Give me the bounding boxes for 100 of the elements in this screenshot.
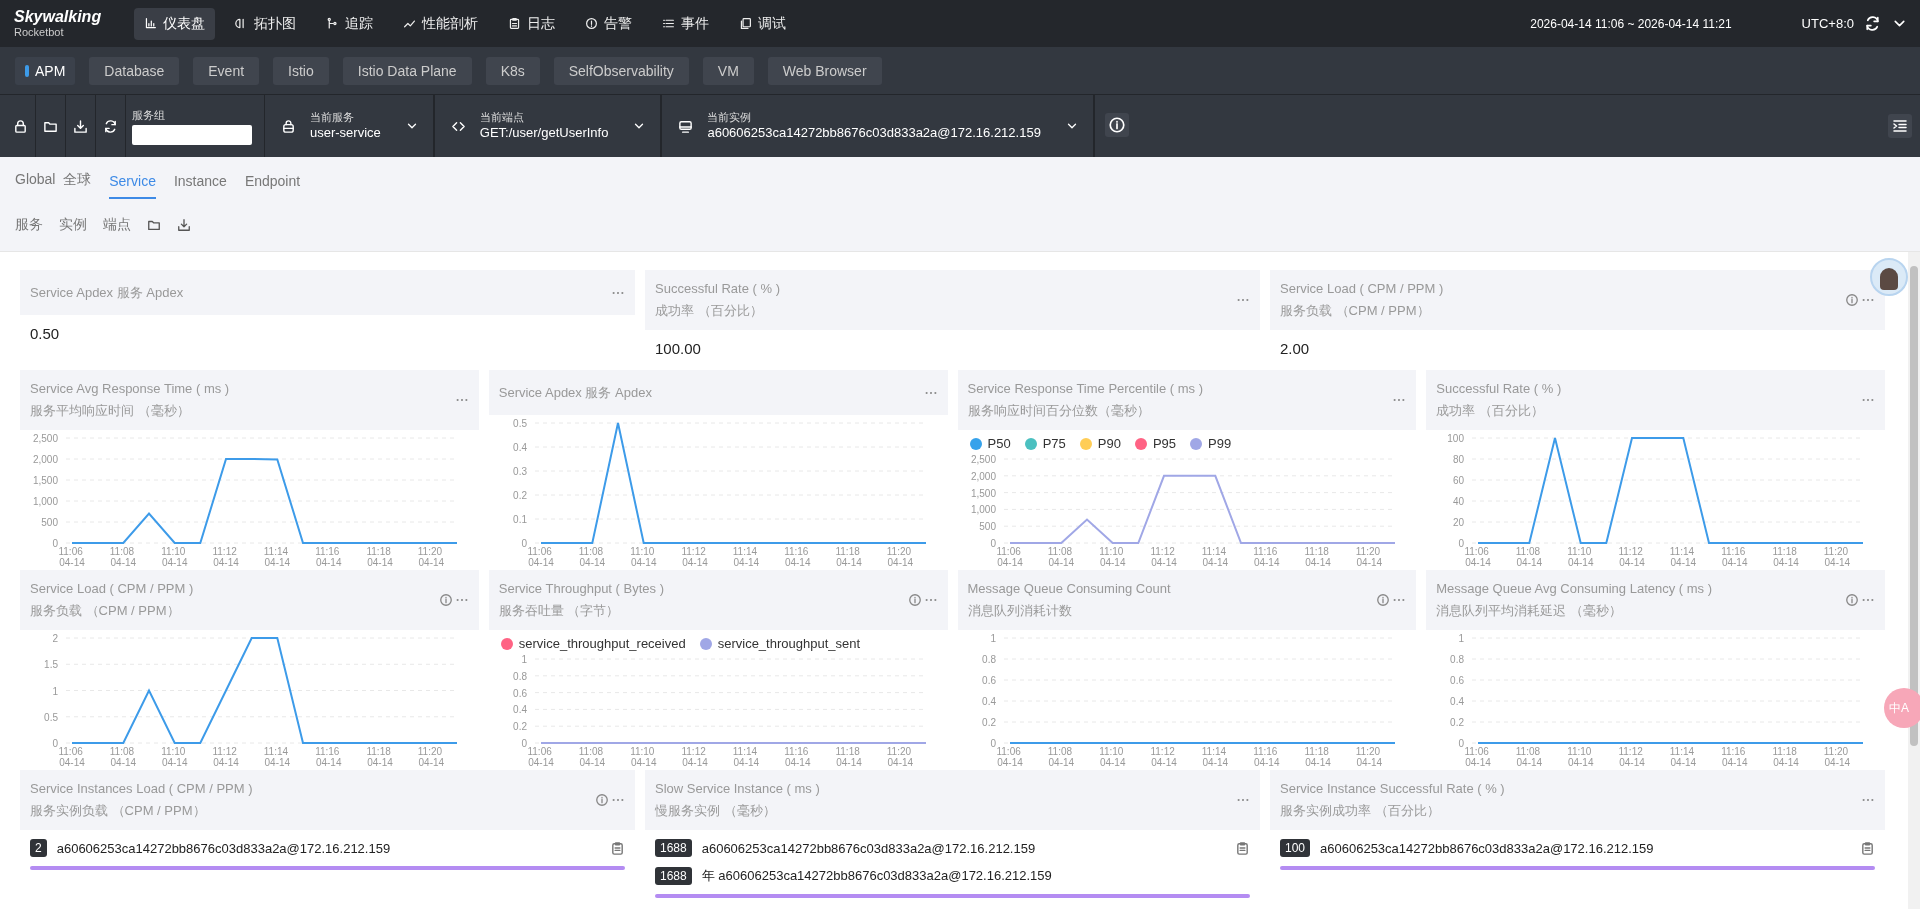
value-badge: 1688 [655,839,692,857]
time-range[interactable]: 2026-04-14 11:06 ~ 2026-04-14 11:21 [1530,16,1732,31]
axis-label: 11:20 04-14 [886,746,913,768]
sub-tab[interactable]: 端点 [103,216,131,234]
nav-item[interactable]: 事件 [652,7,719,40]
selector-value[interactable]: a60606253ca14272bb8676c03d833a2a@172.16.212.159 [707,124,1041,141]
axis-label: 1,000 [970,504,996,516]
nav-item[interactable]: 调试 [729,7,796,40]
widget-title: Service Response Time Percentile ( ms ) [967,380,1204,396]
axis-label: 11:12 04-14 [1618,746,1646,768]
nav-item[interactable]: 拓扑图 [225,7,306,40]
axis-label: 11:12 04-14 [681,746,708,768]
axis-label: 11:16 04-14 [315,546,342,568]
axis-label: 11:10 04-14 [1567,546,1594,568]
axis-label: 0.5 [512,418,527,429]
layer-tab[interactable]: Database [89,56,180,85]
nav-item[interactable]: 日志 [498,7,565,40]
legend-label: P90 [1097,436,1121,451]
info-icon [1845,293,1859,307]
refresh-icon[interactable] [103,118,118,134]
layer-tab[interactable]: K8s [485,56,540,85]
axis-label: 11:20 04-14 [417,546,445,568]
logo-subtitle: Rocketbot [14,27,65,38]
nav-item[interactable]: 追踪 [316,7,383,40]
nav-item[interactable]: 性能剖析 [393,7,488,40]
axis-label: 11:10 04-14 [1567,746,1594,768]
lock-icon [281,118,296,134]
layer-tab[interactable]: Web Browser [767,56,882,85]
folder-icon[interactable] [147,218,161,232]
axis-label: 0.8 [1450,654,1465,665]
clipboard-icon[interactable] [1860,840,1875,856]
axis-label: 11:20 04-14 [417,746,445,768]
layer-tab[interactable]: VM [702,56,754,85]
download-icon[interactable] [177,218,191,232]
axis-label: 11:14 04-14 [263,546,291,568]
dashboard-tab[interactable]: Endpoint [244,173,301,199]
info-icon [595,793,609,807]
axis-label: 0.2 [981,717,996,728]
timezone[interactable]: UTC+8:0 [1801,16,1854,31]
axis-label: 11:10 04-14 [1098,746,1125,768]
value-badge: 1688 [655,867,692,885]
axis-label: 0.4 [512,442,527,453]
clipboard-icon[interactable] [610,840,625,856]
value-badge: 100 [1280,839,1311,857]
axis-label: 100 [1447,433,1465,444]
axis-label: 11:10 04-14 [161,546,188,568]
trend-icon [403,17,416,30]
axis-label: 11:12 04-14 [1618,546,1646,568]
axis-label: 11:18 04-14 [1303,746,1331,768]
layer-tab[interactable]: APM [15,56,76,85]
selector-value[interactable]: GET:/user/getUserInfo [479,124,609,141]
dashboard-tab[interactable]: Instance [173,173,227,199]
scrollbar[interactable] [1908,252,1920,909]
instance-name[interactable]: 年 a60606253ca14272bb8676c03d833a2a@172.16.212.159 [701,867,1052,885]
clipboard-icon[interactable] [1235,840,1250,856]
layer-tab[interactable]: SelfObservability [553,56,689,85]
sub-tab[interactable]: 实例 [59,216,87,234]
axis-label: 1 [1458,633,1465,644]
axis-label: 11:12 04-14 [212,546,239,568]
axis-label: 0 [521,738,527,749]
input-field[interactable] [132,124,252,145]
axis-label: 2,500 [32,433,58,444]
instance-name[interactable]: a60606253ca14272bb8676c03d833a2a@172.16.212.159 [701,840,1036,856]
axis-label: 1 [989,633,996,644]
layer-tab[interactable]: Istio Data Plane [342,56,472,85]
lock-icon[interactable] [13,118,28,134]
refresh-icon[interactable] [1864,15,1881,32]
axis-label: 11:08 04-14 [578,746,605,768]
instance-name[interactable]: a60606253ca14272bb8676c03d833a2a@172.16.212.159 [1320,840,1654,856]
layer-tab[interactable]: Event [193,56,260,85]
axis-label: 11:06 04-14 [995,546,1023,568]
axis-label: 40 [1453,496,1465,507]
widget-subtitle: 服务负载 （CPM / PPM） [30,601,181,620]
axis-label: 0.6 [1450,675,1465,686]
instance-name[interactable]: a60606253ca14272bb8676c03d833a2a@172.16.212.159 [56,840,391,856]
avatar[interactable] [1870,258,1908,296]
axis-label: 0.8 [512,670,527,682]
nav-item[interactable]: 告警 [575,7,642,40]
layer-tab[interactable]: Istio [273,56,329,85]
widget-subtitle: 慢服务实例 （毫秒） [655,801,777,820]
sub-tab[interactable]: 服务 [15,216,43,234]
indent-icon[interactable] [1888,114,1912,138]
axis-label: 0 [1458,538,1465,549]
axis-label: 500 [978,521,996,533]
axis-label: 500 [41,517,58,528]
axis-label: 11:18 04-14 [835,546,862,568]
legend-label: P95 [1152,436,1177,451]
selector-value[interactable]: user-service [310,124,381,141]
dashboard-tab[interactable]: Global 全球 [15,171,92,199]
nav-item[interactable]: 仪表盘 [134,7,215,40]
axis-label: 0 [989,538,996,549]
axis-label: 11:18 04-14 [1772,746,1800,768]
metric-value: 0.50 [29,324,61,344]
axis-label: 11:14 04-14 [732,746,759,768]
axis-label: 0.1 [512,514,527,525]
axis-label: 0.2 [512,490,527,501]
axis-label: 0.4 [512,704,527,716]
info-icon[interactable] [1104,112,1129,137]
axis-label: 11:20 04-14 [1824,546,1851,568]
widget-subtitle: 成功率 （百分比） [655,301,764,320]
